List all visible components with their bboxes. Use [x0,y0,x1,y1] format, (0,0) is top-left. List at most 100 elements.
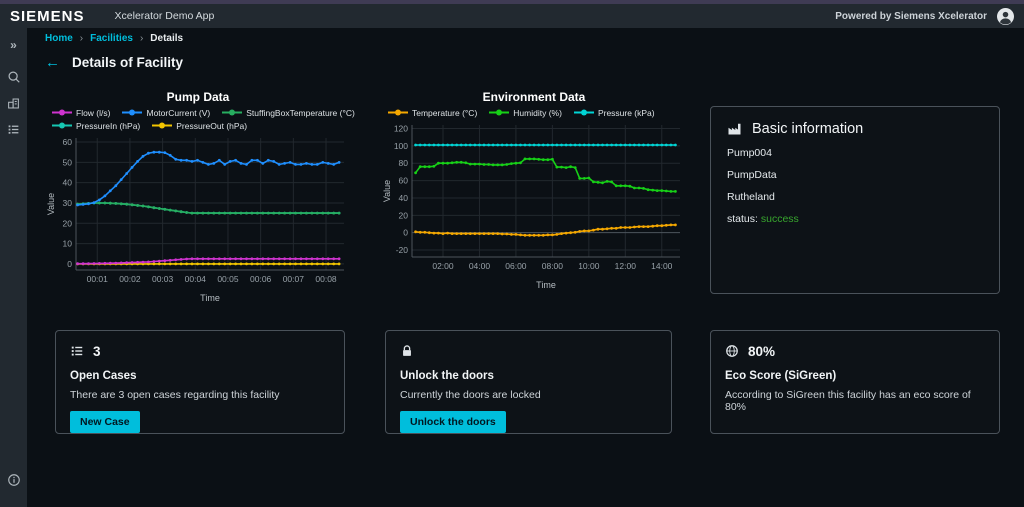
legend-label: PressureIn (hPa) [76,120,141,131]
svg-text:60: 60 [399,176,409,186]
list-icon[interactable] [0,116,27,142]
svg-text:08:00: 08:00 [542,261,564,271]
left-sidebar: » [0,28,27,507]
eco-score-card: 80% Eco Score (SiGreen) According to SiG… [710,330,1000,434]
legend-label: Pressure (kPa) [597,107,655,118]
svg-text:0: 0 [67,259,72,269]
unlock-doors-card: Unlock the doors Currently the doors are… [385,330,672,434]
legend-label: PressureOut (hPa) [176,120,248,131]
powered-by-label: Powered by Siemens Xcelerator [835,10,987,22]
breadcrumb-separator: › [139,33,144,44]
svg-text:40: 40 [63,178,73,188]
legend-item[interactable]: Pressure (kPa) [573,107,655,118]
legend-label: Temperature (°C) [412,107,478,118]
avatar[interactable] [997,7,1014,25]
factory-icon [727,121,743,137]
svg-text:100: 100 [394,141,408,151]
chart-plot: 00:01 00:02 00:03 00:04 00:05 00:06 00:07 00:08… [46,132,350,309]
legend-item[interactable]: Flow (l/s) [52,108,110,118]
svg-text:14:00: 14:00 [651,261,673,271]
breadcrumb-separator: › [79,33,84,44]
legend-label: StuffingBoxTemperature (°C) [246,107,355,118]
svg-text:00:08: 00:08 [315,274,337,284]
new-case-button[interactable]: New Case [70,411,140,433]
svg-text:00:03: 00:03 [152,274,174,284]
basic-info-title: Basic information [752,121,864,137]
svg-text:Value: Value [382,180,392,202]
svg-text:00:01: 00:01 [87,274,109,284]
svg-text:-20: -20 [396,245,409,255]
pump-data-chart: Pump Data Flow (l/s) MotorCurrent (V) Stuf… [46,90,355,309]
cases-list-icon [70,344,84,358]
info-icon[interactable] [0,467,27,493]
app-title: Xcelerator Demo App [114,10,215,22]
legend-item[interactable]: StuffingBoxTemperature (°C) [222,108,355,118]
svg-text:02:00: 02:00 [432,261,454,271]
legend-item[interactable]: PressureOut (hPa) [152,121,247,131]
svg-text:80: 80 [399,158,409,168]
svg-text:04:00: 04:00 [469,261,491,271]
svg-text:12:00: 12:00 [615,261,637,271]
status-badge: success [760,213,799,225]
svg-text:20: 20 [63,218,73,228]
breadcrumb-home[interactable]: Home [45,33,73,44]
svg-text:06:00: 06:00 [505,261,527,271]
facility-building-icon[interactable] [0,90,27,116]
siemens-logo: SIEMENS [10,7,85,25]
svg-text:Time: Time [200,293,220,303]
open-cases-title: Open Cases [70,370,137,382]
eco-score-description: According to SiGreen this facility has a… [725,389,971,413]
unlock-doors-description: Currently the doors are locked [400,389,541,401]
facility-status: status: success [727,213,799,225]
unlock-doors-button[interactable]: Unlock the doors [400,411,506,433]
facility-name: Pump004 [727,147,772,159]
chart-title: Environment Data [482,90,586,104]
legend-item[interactable]: PressureIn (hPa) [52,121,140,131]
eco-score-value: 80% [748,343,776,359]
svg-text:00:05: 00:05 [217,274,239,284]
app-header: SIEMENS Xcelerator Demo App Powered by S… [0,4,1024,28]
chart-plot: 02:00 04:00 06:00 08:00 10:00 12:00 14:00 -20 0 2… [382,119,686,296]
svg-text:0: 0 [403,228,408,238]
open-cases-count: 3 [93,343,101,359]
svg-text:30: 30 [63,198,73,208]
svg-text:50: 50 [63,157,73,167]
svg-text:00:04: 00:04 [185,274,207,284]
globe-icon [725,344,739,358]
breadcrumb-facilities[interactable]: Facilities [90,33,133,44]
legend-item[interactable]: Humidity (%) [489,108,562,118]
svg-text:00:07: 00:07 [283,274,305,284]
lock-icon [400,344,414,358]
svg-text:00:06: 00:06 [250,274,272,284]
search-icon[interactable] [0,64,27,90]
eco-score-title: Eco Score (SiGreen) [725,370,837,382]
facility-location: Rutheland [727,191,775,203]
svg-text:40: 40 [399,193,409,203]
legend-item[interactable]: MotorCurrent (V) [122,108,210,118]
legend-label: MotorCurrent (V) [146,107,211,118]
legend-item[interactable]: Temperature (°C) [388,108,477,118]
svg-text:10: 10 [63,239,73,249]
breadcrumb: Home › Facilities › Details [45,33,183,44]
svg-text:20: 20 [399,210,409,220]
facility-type: PumpData [727,169,777,181]
open-cases-card: 3 Open Cases There are 3 open cases rega… [55,330,345,434]
svg-text:60: 60 [63,137,73,147]
basic-information-card: Basic information Pump004 PumpData Ruthe… [710,106,1000,294]
back-arrow-icon[interactable]: ← [45,55,60,70]
main-content: Home › Facilities › Details ← Details of… [27,28,1024,507]
unlock-doors-title: Unlock the doors [400,370,494,382]
chart-title: Pump Data [166,90,230,104]
legend-label: Flow (l/s) [76,107,111,118]
svg-text:00:02: 00:02 [119,274,141,284]
chart-legend: Temperature (°C) Humidity (%) Pressure (kP… [382,106,686,119]
sidebar-expand-icon[interactable]: » [0,32,27,58]
breadcrumb-details: Details [150,33,184,44]
environment-data-chart: Environment Data Temperature (°C) Humidit… [382,90,686,296]
chart-legend: Flow (l/s) MotorCurrent (V) StuffingBoxTem… [46,106,355,132]
svg-text:120: 120 [394,123,408,133]
legend-label: Humidity (%) [513,107,562,118]
svg-text:Time: Time [536,280,556,290]
page-title: Details of Facility [72,55,184,70]
open-cases-description: There are 3 open cases regarding this fa… [70,389,280,401]
